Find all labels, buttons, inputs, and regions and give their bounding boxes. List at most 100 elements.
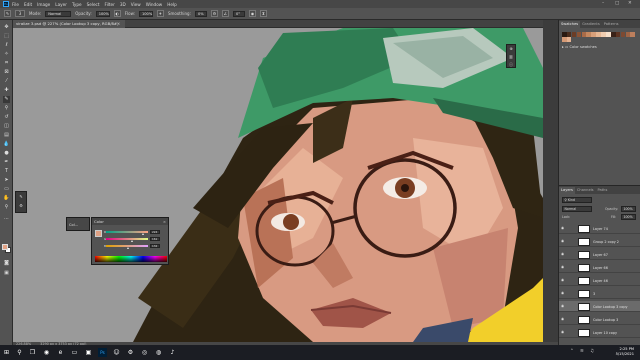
gradient-tool-icon[interactable]: ▤ xyxy=(3,132,10,139)
color-swatch[interactable] xyxy=(581,32,587,37)
color-swatch[interactable] xyxy=(571,32,577,37)
color-spectrum-ramp[interactable] xyxy=(95,256,167,262)
brush-settings-icon[interactable]: ✎ xyxy=(16,192,26,201)
dodge-tool-icon[interactable]: ● xyxy=(3,150,10,157)
history-brush-tool-icon[interactable]: ↺ xyxy=(3,114,10,121)
pressure-size-icon[interactable]: ◉ xyxy=(248,10,256,17)
tab-paths[interactable]: Paths xyxy=(596,187,610,194)
menu-help[interactable]: Help xyxy=(167,2,177,7)
green-slider-handle[interactable] xyxy=(131,240,134,242)
eyedropper-tool-icon[interactable]: ⁄ xyxy=(3,78,10,85)
healing-brush-tool-icon[interactable]: ✚ xyxy=(3,87,10,94)
layer-name[interactable]: Layer 46 xyxy=(593,279,608,283)
menu-image[interactable]: Image xyxy=(37,2,50,7)
menu-type[interactable]: Type xyxy=(72,2,82,7)
color-swatch[interactable] xyxy=(625,32,631,37)
clone-source-icon[interactable]: ⚙ xyxy=(16,201,26,210)
color-swatch[interactable] xyxy=(610,32,616,37)
layer-name[interactable]: Layer 67 xyxy=(593,253,608,257)
menu-select[interactable]: Select xyxy=(87,2,100,7)
brush-size-picker[interactable]: 3 xyxy=(15,10,25,17)
clone-stamp-tool-icon[interactable]: ⚲ xyxy=(3,105,10,112)
layer-row[interactable]: ◉ 3 xyxy=(559,288,640,299)
green-value-field[interactable]: 161 xyxy=(150,237,160,241)
lasso-tool-icon[interactable]: ℓ xyxy=(3,42,10,49)
windows-start-icon[interactable]: ⊞ xyxy=(2,348,11,357)
color-panel-header[interactable]: Color xyxy=(92,218,168,225)
layer-name[interactable]: Layer 66 xyxy=(593,266,608,270)
tab-patterns[interactable]: Patterns xyxy=(602,21,621,28)
path-selection-tool-icon[interactable]: ➤ xyxy=(3,177,10,184)
color-swatch[interactable] xyxy=(576,32,582,37)
brush-tool-icon[interactable]: ✎ xyxy=(3,96,10,103)
media-icon[interactable]: ▣ xyxy=(84,348,93,357)
visibility-eye-icon[interactable]: ◉ xyxy=(561,304,564,308)
chrome-icon[interactable]: ◉ xyxy=(42,348,51,357)
blue-value-field[interactable]: 132 xyxy=(150,244,160,248)
file-explorer-icon[interactable]: ▭ xyxy=(70,348,79,357)
shape-tool-icon[interactable]: ▭ xyxy=(3,186,10,193)
document-canvas[interactable]: ✎ ⚙ ⊕ ▥ ⓘ xyxy=(13,28,543,342)
color-swatch[interactable] xyxy=(620,32,626,37)
layer-row[interactable]: ◉ Layer 46 xyxy=(559,275,640,286)
search-icon[interactable]: ⚲ xyxy=(15,348,24,357)
menu-view[interactable]: View xyxy=(131,2,141,7)
move-tool-icon[interactable]: ✥ xyxy=(3,24,10,31)
layer-name[interactable]: 3 xyxy=(593,292,595,296)
swatch-folder[interactable]: ▸ ▭ Color swatches xyxy=(562,45,597,49)
green-slider-track[interactable] xyxy=(106,238,148,240)
visibility-eye-icon[interactable]: ◉ xyxy=(561,330,564,334)
foreground-color-swatch[interactable] xyxy=(2,244,8,250)
color-panel-foreground-swatch[interactable] xyxy=(95,230,102,237)
layer-row[interactable]: ◉ Layer 74 xyxy=(559,223,640,234)
crop-tool-icon[interactable]: ⌗ xyxy=(3,60,10,67)
layer-row[interactable]: ◉ Layer 10 copy xyxy=(559,327,640,338)
color-swatch[interactable] xyxy=(615,32,621,37)
color-swatch[interactable] xyxy=(566,32,572,37)
document-tab[interactable]: viralize 3.psd @ 227% (Color Lookup 3 co… xyxy=(13,20,125,28)
floating-mini-panel[interactable]: ⊕ ▥ ⓘ xyxy=(506,44,516,68)
edge-icon[interactable]: e xyxy=(56,348,65,357)
layer-row[interactable]: ◉ Layer 66 xyxy=(559,262,640,273)
symmetry-butterfly-icon[interactable]: ⧗ xyxy=(259,10,267,17)
color-swatch[interactable] xyxy=(562,37,567,42)
visibility-eye-icon[interactable]: ◉ xyxy=(561,226,564,230)
angle-icon[interactable]: ∠ xyxy=(221,10,229,17)
navigator-icon[interactable]: ⊕ xyxy=(507,45,515,53)
layer-name[interactable]: Color Lookup 3 xyxy=(593,318,618,322)
menu-3d[interactable]: 3D xyxy=(120,2,126,7)
document-tab-close-button[interactable]: × xyxy=(117,20,120,28)
tab-channels[interactable]: Channels xyxy=(575,187,596,194)
visibility-eye-icon[interactable]: ◉ xyxy=(561,317,564,321)
zoom-tool-icon[interactable]: ⚲ xyxy=(3,204,10,211)
task-view-icon[interactable]: ❐ xyxy=(28,348,37,357)
color-swatch[interactable] xyxy=(562,32,567,37)
collapsed-color-panel[interactable]: Col... xyxy=(66,217,90,231)
color-panel-close-button[interactable]: × xyxy=(163,218,166,225)
visibility-eye-icon[interactable]: ◉ xyxy=(561,252,564,256)
tray-chevron-icon[interactable]: ⌃ xyxy=(570,349,574,354)
pen-tool-icon[interactable]: ✒ xyxy=(3,159,10,166)
mini-tool-panel[interactable]: ✎ ⚙ xyxy=(15,191,27,213)
photoshop-taskbar-icon[interactable]: Ps xyxy=(98,348,107,357)
color-swatch[interactable] xyxy=(630,32,636,37)
maximize-button[interactable]: □ xyxy=(615,1,619,6)
color-swatch[interactable] xyxy=(596,32,601,37)
airbrush-icon[interactable]: ✈ xyxy=(156,10,164,17)
minimize-button[interactable]: – xyxy=(602,1,604,6)
settings-gear-icon[interactable]: ⚙ xyxy=(126,348,135,357)
eraser-tool-icon[interactable]: ◫ xyxy=(3,123,10,130)
layer-filter-kind[interactable]: ⚲ Kind xyxy=(562,197,592,203)
smoothing-field[interactable]: 0% xyxy=(194,10,207,17)
pressure-opacity-icon[interactable]: ◐ xyxy=(113,10,121,17)
volume-icon[interactable]: ♫ xyxy=(590,349,594,354)
layer-name[interactable]: Layer 10 copy xyxy=(593,331,617,335)
angle-field[interactable]: 0° xyxy=(232,10,245,17)
tab-swatches[interactable]: Swatches xyxy=(559,21,581,28)
histogram-icon[interactable]: ▥ xyxy=(507,53,515,61)
steam-icon[interactable]: ◍ xyxy=(154,348,163,357)
edit-toolbar-icon[interactable]: ⋯ xyxy=(3,216,10,223)
type-tool-icon[interactable]: T xyxy=(3,168,10,175)
color-swatch[interactable] xyxy=(606,32,611,37)
menu-edit[interactable]: Edit xyxy=(24,2,32,7)
